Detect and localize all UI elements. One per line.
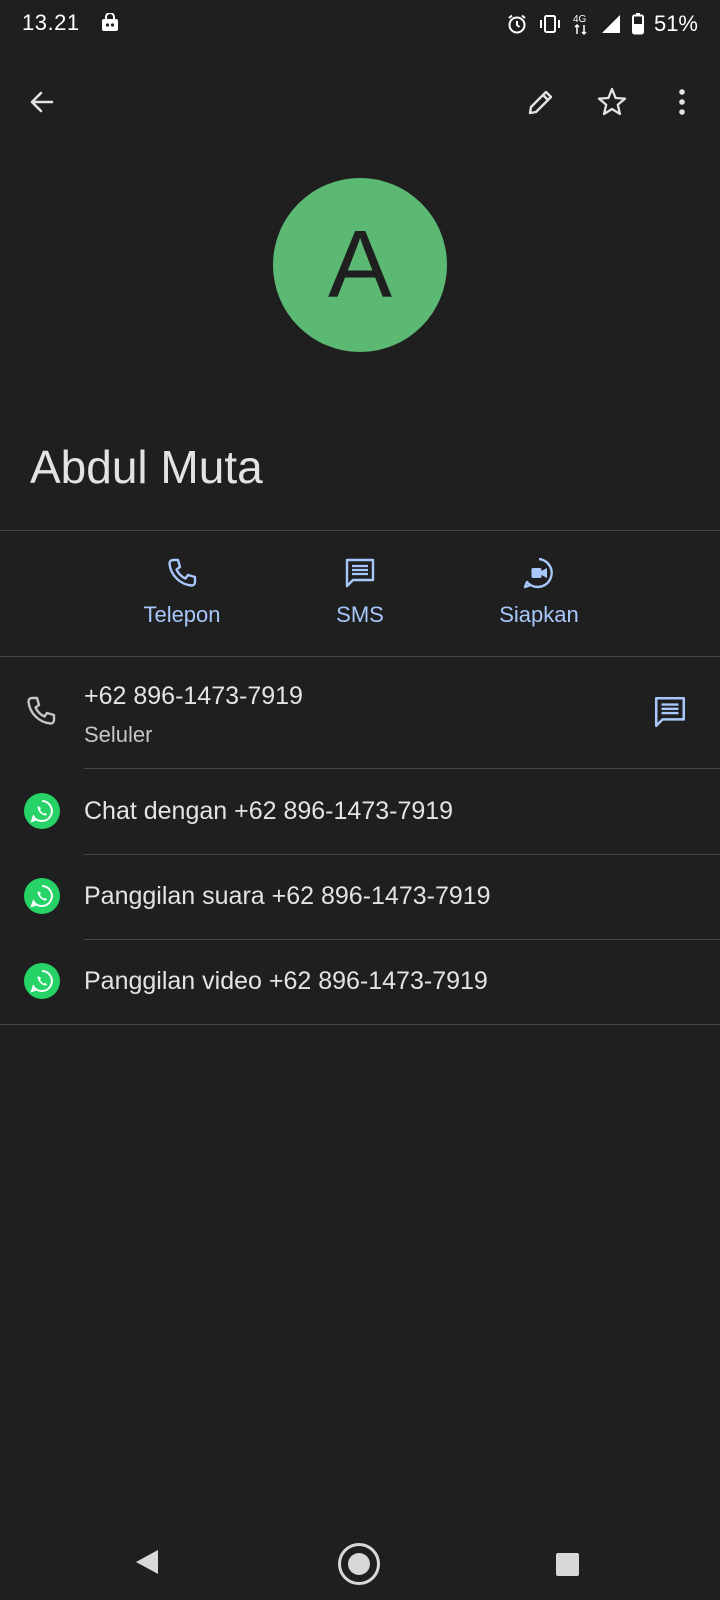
whatsapp-video-call-row[interactable]: Panggilan video +62 896-1473-7919: [0, 940, 720, 1024]
nav-back-icon[interactable]: [134, 1548, 160, 1576]
whatsapp-icon: [24, 793, 60, 829]
video-setup-action-button[interactable]: Siapkan: [464, 556, 614, 628]
phone-number: +62 896-1473-7919: [84, 682, 303, 710]
edit-contact-button[interactable]: [517, 78, 565, 126]
edit-pencil-icon: [528, 90, 553, 115]
status-icons: 4G 51%: [506, 10, 698, 38]
network-type-label: 4G: [573, 14, 587, 25]
contact-detail-screen: 13.21 4G 51% A Abdul Muta Telepon SMS Si…: [0, 0, 720, 1600]
phone-icon: [168, 558, 197, 587]
back-arrow-icon: [30, 91, 54, 113]
contact-name: Abdul Muta: [30, 441, 263, 493]
divider: [0, 656, 720, 657]
vibrate-icon: [539, 15, 560, 33]
whatsapp-chat-label: Chat dengan +62 896-1473-7919: [84, 797, 454, 825]
video-call-icon: [523, 557, 553, 589]
whatsapp-voice-call-row[interactable]: Panggilan suara +62 896-1473-7919: [0, 855, 720, 939]
divider: [84, 768, 720, 769]
nav-home-icon[interactable]: [337, 1542, 381, 1586]
message-icon: [345, 558, 375, 588]
whatsapp-voice-call-label: Panggilan suara +62 896-1473-7919: [84, 882, 491, 910]
avatar-letter: A: [327, 211, 393, 318]
favorite-button[interactable]: [588, 78, 636, 126]
status-time: 13.21: [22, 10, 80, 35]
battery-icon: [631, 13, 644, 35]
avatar: A: [273, 178, 447, 352]
whatsapp-icon: [24, 878, 60, 914]
alarm-icon: [508, 14, 526, 34]
call-action-button[interactable]: Telepon: [107, 556, 257, 628]
signal-icon: [601, 15, 620, 33]
network-type-icon: 4G: [573, 14, 587, 36]
whatsapp-icon: [24, 963, 60, 999]
video-setup-action-label: Siapkan: [499, 602, 579, 627]
phone-icon: [27, 696, 56, 725]
whatsapp-chat-row[interactable]: Chat dengan +62 896-1473-7919: [0, 770, 720, 854]
phone-type-label: Seluler: [84, 722, 153, 747]
divider: [0, 1024, 720, 1025]
divider: [0, 530, 720, 531]
back-button[interactable]: [18, 78, 66, 126]
status-bar: 13.21 4G 51%: [0, 0, 720, 48]
shopping-bag-notification-icon: [102, 13, 118, 31]
whatsapp-video-call-label: Panggilan video +62 896-1473-7919: [84, 967, 488, 995]
battery-percent: 51%: [653, 11, 698, 36]
sms-action-button[interactable]: SMS: [285, 556, 435, 628]
sms-action-label: SMS: [336, 602, 384, 627]
message-icon: [654, 696, 686, 728]
star-outline-icon: [597, 87, 627, 116]
more-options-button[interactable]: [658, 78, 706, 126]
nav-recents-icon[interactable]: [556, 1553, 579, 1576]
call-action-label: Telepon: [143, 602, 221, 627]
more-vert-icon: [679, 89, 685, 115]
